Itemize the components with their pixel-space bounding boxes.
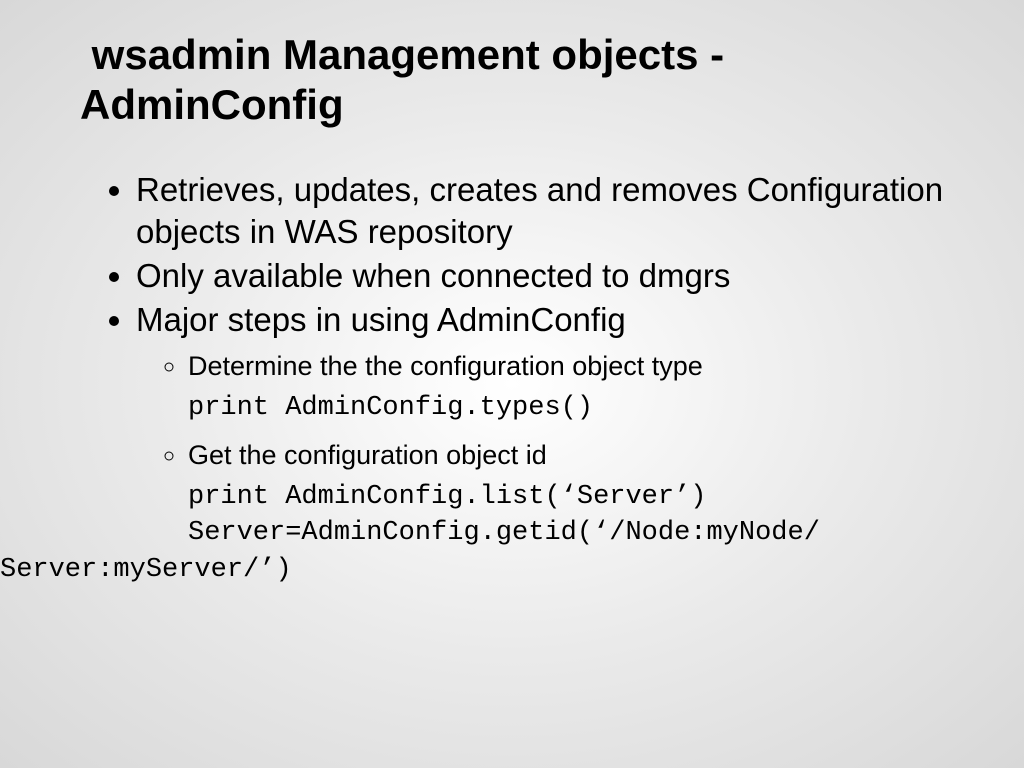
title-line-1: wsadmin Management objects - [80, 31, 724, 78]
bullet-item-1: Retrieves, updates, creates and removes … [136, 169, 944, 253]
bullet-item-3-text: Major steps in using AdminConfig [136, 301, 626, 338]
slide-title: wsadmin Management objects - AdminConfig [80, 30, 944, 131]
code-block-1: print AdminConfig.types() [188, 390, 944, 426]
code-block-2: print AdminConfig.list(‘Server’) Server=… [188, 479, 944, 588]
code-line-2a: print AdminConfig.list(‘Server’) [188, 482, 706, 512]
code-line-2c: Server:myServer/’) [0, 552, 944, 588]
sub-item-1: Determine the the configuration object t… [188, 348, 944, 427]
bullet-list: Retrieves, updates, creates and removes … [80, 169, 944, 589]
sub-item-1-text: Determine the the configuration object t… [188, 351, 703, 381]
sub-item-2-text: Get the configuration object id [188, 440, 547, 470]
bullet-item-3: Major steps in using AdminConfig Determi… [136, 299, 944, 588]
slide-container: wsadmin Management objects - AdminConfig… [0, 0, 1024, 768]
bullet-item-2: Only available when connected to dmgrs [136, 255, 944, 297]
sub-bullet-list: Determine the the configuration object t… [136, 348, 944, 589]
title-line-2: AdminConfig [80, 81, 344, 128]
code-line-2b: Server=AdminConfig.getid(‘/Node:myNode/ [188, 518, 820, 548]
sub-item-2: Get the configuration object id print Ad… [188, 437, 944, 589]
